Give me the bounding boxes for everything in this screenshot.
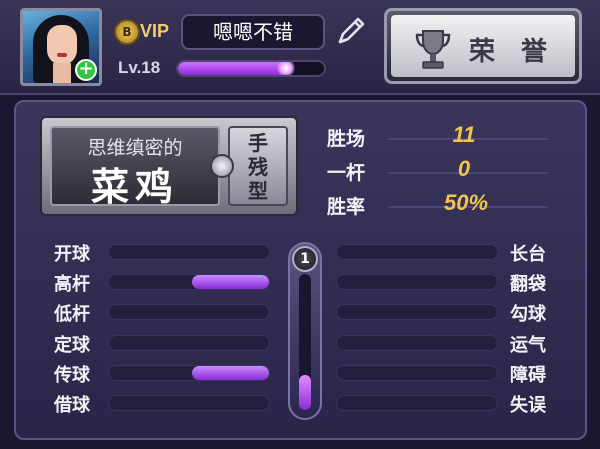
- skill-bar: [108, 364, 270, 381]
- skill-bar: [336, 364, 498, 381]
- cue-level-track: [299, 274, 311, 410]
- player-name: 嗯嗯不错: [181, 14, 325, 50]
- stat-value: 11: [452, 122, 476, 147]
- add-friend-icon[interactable]: +: [75, 59, 97, 81]
- skill-bar: [336, 395, 498, 411]
- title-plate: 思维缜密的 菜鸡 手残型: [40, 116, 298, 216]
- skill-label: 勾球: [510, 304, 546, 326]
- skill-bar-fill: [192, 275, 269, 290]
- title-side-box: 手残型: [228, 126, 288, 206]
- vip-badge-icon: B: [114, 19, 140, 45]
- xp-bar: [176, 60, 326, 77]
- cue-level-fill: [299, 374, 311, 410]
- skill-bar: [108, 334, 270, 351]
- skill-label: 传球: [54, 364, 90, 386]
- title-side-char: 型: [248, 179, 268, 203]
- stat-value: 50%: [443, 190, 489, 215]
- title-side-char: 手: [248, 131, 268, 155]
- cue-level-slider[interactable]: 1: [288, 242, 322, 420]
- skill-bar: [108, 274, 270, 291]
- xp-bar-fill: [178, 62, 295, 75]
- title-side-char: 残: [248, 155, 268, 179]
- skill-label: 低杆: [54, 304, 90, 326]
- vip-label: VIP: [140, 21, 170, 41]
- avatar[interactable]: +: [20, 8, 102, 86]
- skill-label: 借球: [54, 395, 90, 416]
- avatar-neck: [53, 63, 71, 83]
- skill-bar: [108, 244, 270, 260]
- title-side: 手残型: [230, 131, 286, 203]
- stat-label: 胜率: [327, 196, 366, 218]
- skill-bar-fill: [192, 365, 269, 380]
- level-label: Lv.18: [118, 58, 161, 77]
- gem-icon: [210, 154, 234, 178]
- skill-bar: [336, 244, 498, 260]
- skill-label: 障碍: [510, 364, 546, 386]
- skill-bar: [336, 304, 498, 321]
- skill-bar: [336, 274, 498, 291]
- honor-button-face: 荣誉: [391, 15, 575, 77]
- skill-label: 运气: [510, 334, 546, 356]
- skill-bar: [108, 395, 270, 411]
- title-main-box: 思维缜密的 菜鸡: [50, 126, 220, 209]
- skill-bar: [108, 304, 270, 321]
- cue-level-knob[interactable]: 1: [292, 246, 318, 272]
- honor-button[interactable]: 荣誉: [384, 8, 582, 84]
- trophy-icon: [415, 30, 451, 69]
- stat-label: 一杆: [327, 162, 366, 184]
- skill-label: 长台: [510, 244, 546, 265]
- stat-value: 0: [457, 156, 471, 181]
- stat-label: 胜场: [327, 128, 366, 150]
- avatar-face: [47, 25, 77, 65]
- skill-label: 翻袋: [510, 274, 546, 296]
- skill-label: 高杆: [54, 274, 90, 296]
- skill-label: 开球: [54, 244, 90, 265]
- xp-bar-glow: [276, 62, 295, 75]
- skill-label: 失误: [510, 395, 546, 416]
- skill-label: 定球: [54, 334, 90, 356]
- title-main: 菜鸡: [90, 165, 179, 209]
- profile-header: + B VIP 嗯嗯不错 Lv.18 荣誉: [0, 0, 600, 95]
- honor-label: 荣誉: [469, 37, 574, 67]
- stats-panel: 思维缜密的 菜鸡 手残型 胜场 11 一杆 0 胜率 50% 开球高杆低杆定球传…: [14, 100, 587, 440]
- edit-pencil-icon[interactable]: [334, 14, 368, 48]
- avatar-lips: [57, 53, 67, 57]
- skill-bar: [336, 334, 498, 351]
